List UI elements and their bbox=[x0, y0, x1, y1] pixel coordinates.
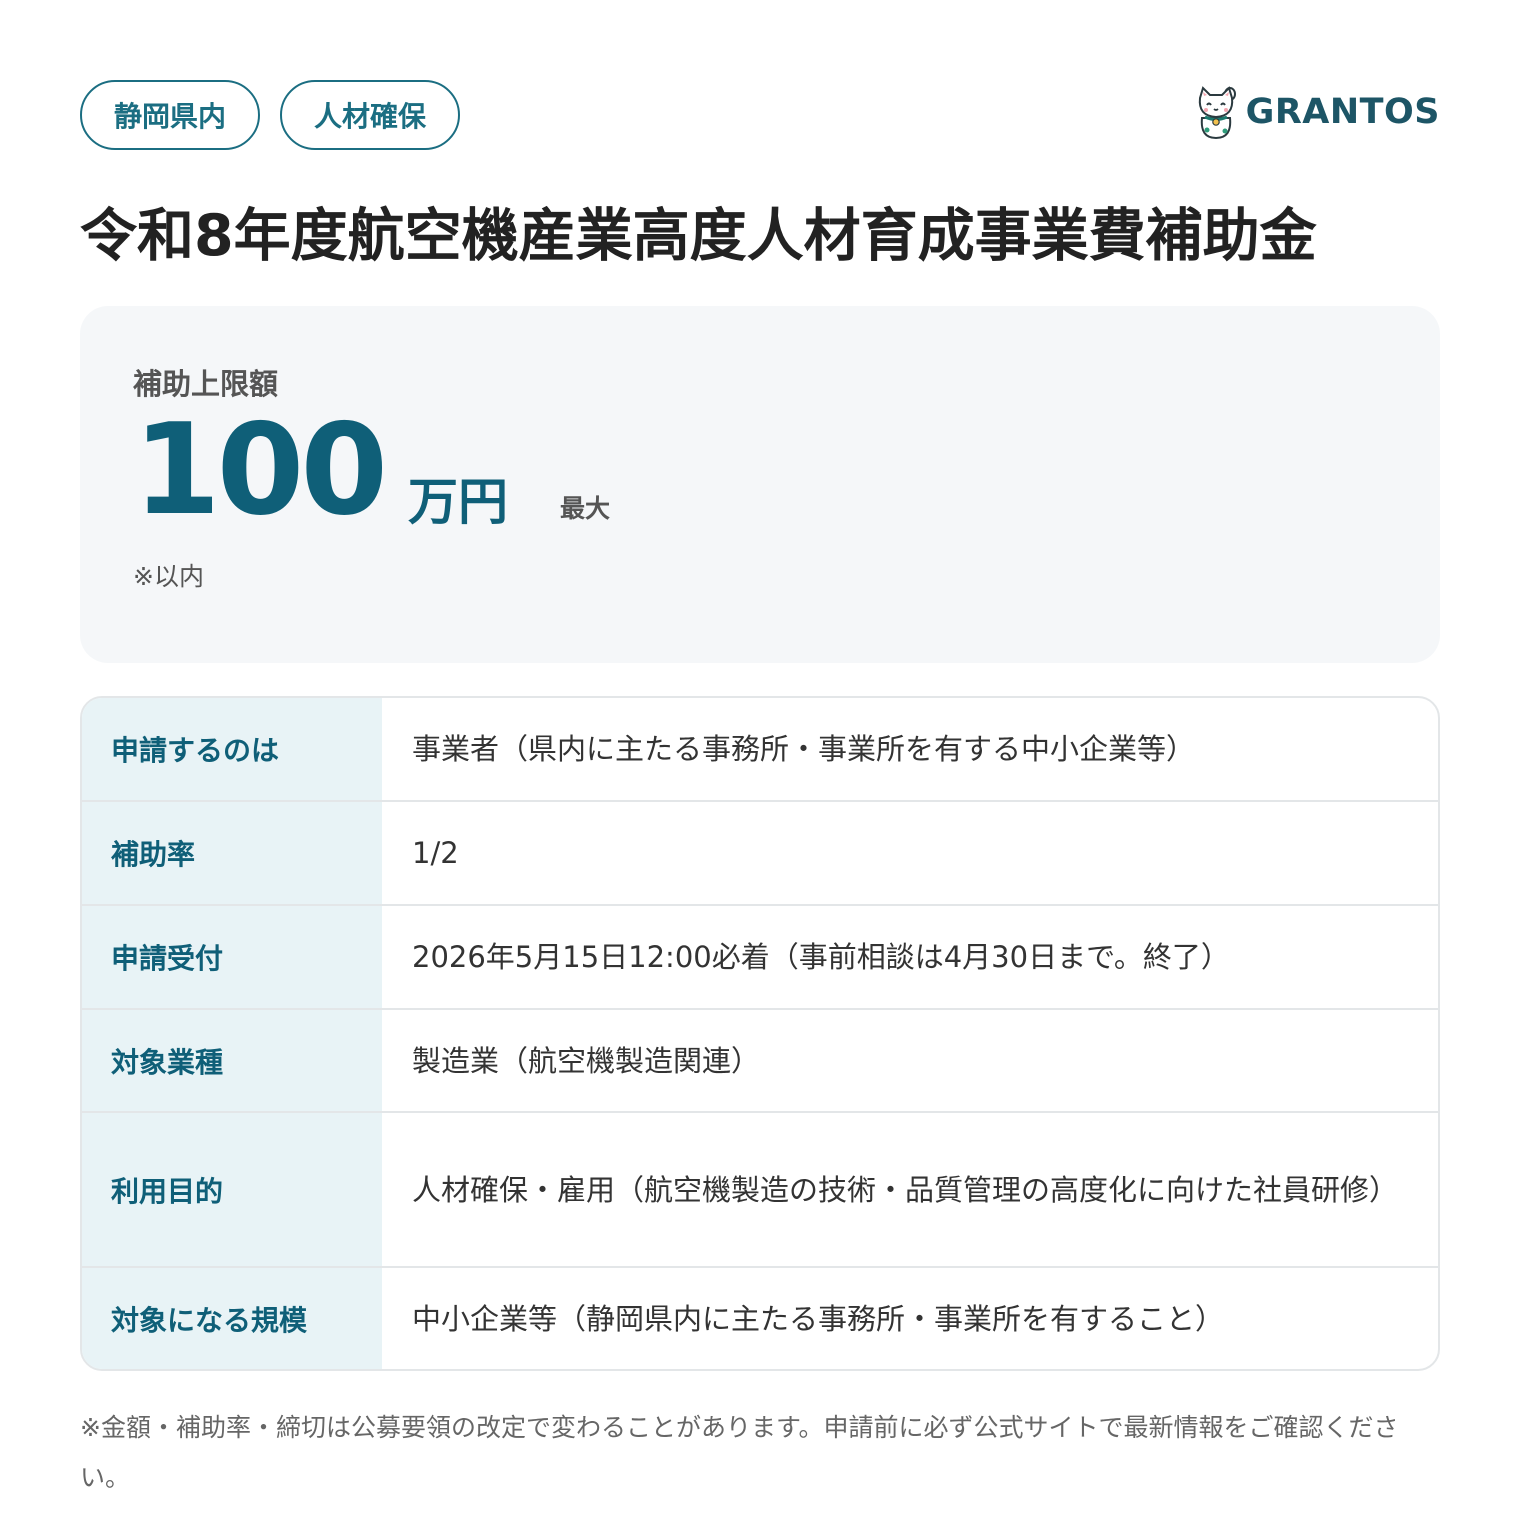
row-label-purpose: 利用目的 bbox=[82, 1113, 382, 1266]
amount-unit: 万円 bbox=[408, 473, 509, 531]
row-value-company-size: 中小企業等（静岡県内に主たる事務所・事業所を有すること） bbox=[412, 1301, 1225, 1336]
row-label-deadline: 申請受付 bbox=[82, 906, 382, 1008]
table-row: 利用目的 人材確保・雇用（航空機製造の技術・品質管理の高度化に向けた社員研修） bbox=[82, 1111, 1438, 1266]
amount-note: ※以内 bbox=[133, 562, 204, 591]
amount-qualifier: 最大 bbox=[560, 494, 611, 523]
row-label-applicant: 申請するのは bbox=[82, 698, 382, 800]
subsidy-card-page: 静岡県内 人材確保 GRANTOS 令和8年度航空機産業高度人材育成事業費補助金… bbox=[80, 80, 1440, 1503]
row-value-deadline: 2026年5月15日12:00必着（事前相談は4月30日まで。終了） bbox=[412, 940, 1230, 974]
disclaimer-note: ※金額・補助率・締切は公募要領の改定で変わることがあります。申請前に必ず公式サイ… bbox=[80, 1413, 1399, 1492]
table-row: 申請するのは 事業者（県内に主たる事務所・事業所を有する中小企業等） bbox=[82, 698, 1438, 800]
header: 静岡県内 人材確保 GRANTOS bbox=[80, 80, 1440, 150]
row-value-applicant: 事業者（県内に主たる事務所・事業所を有する中小企業等） bbox=[412, 732, 1196, 766]
maneki-neko-cat-icon bbox=[1194, 84, 1238, 140]
row-value-purpose: 人材確保・雇用（航空機製造の技術・品質管理の高度化に向けた社員研修） bbox=[412, 1172, 1399, 1207]
page-title: 令和8年度航空機産業高度人材育成事業費補助金 bbox=[80, 203, 1317, 269]
row-label-subsidy-rate: 補助率 bbox=[82, 802, 382, 904]
tag-region[interactable]: 静岡県内 bbox=[80, 80, 261, 150]
table-row: 補助率 1/2 bbox=[82, 800, 1438, 904]
max-amount-card: 補助上限額 100 万円 最大 ※以内 bbox=[80, 306, 1440, 663]
row-value-subsidy-rate: 1/2 bbox=[412, 836, 459, 870]
tag-category[interactable]: 人材確保 bbox=[280, 80, 461, 150]
row-value-industry: 製造業（航空機製造関連） bbox=[412, 1043, 761, 1078]
amount-value: 100 bbox=[133, 396, 388, 543]
logo-text: GRANTOS bbox=[1245, 92, 1440, 132]
row-label-company-size: 対象になる規模 bbox=[82, 1268, 382, 1369]
details-table: 申請するのは 事業者（県内に主たる事務所・事業所を有する中小企業等） 補助率 1… bbox=[80, 696, 1440, 1371]
grantos-logo[interactable]: GRANTOS bbox=[1194, 84, 1440, 140]
table-row: 対象業種 製造業（航空機製造関連） bbox=[82, 1008, 1438, 1111]
amount-row: 100 万円 最大 bbox=[133, 406, 1387, 534]
table-row: 申請受付 2026年5月15日12:00必着（事前相談は4月30日まで。終了） bbox=[82, 904, 1438, 1008]
row-label-industry: 対象業種 bbox=[82, 1010, 382, 1111]
table-row: 対象になる規模 中小企業等（静岡県内に主たる事務所・事業所を有すること） bbox=[82, 1266, 1438, 1369]
